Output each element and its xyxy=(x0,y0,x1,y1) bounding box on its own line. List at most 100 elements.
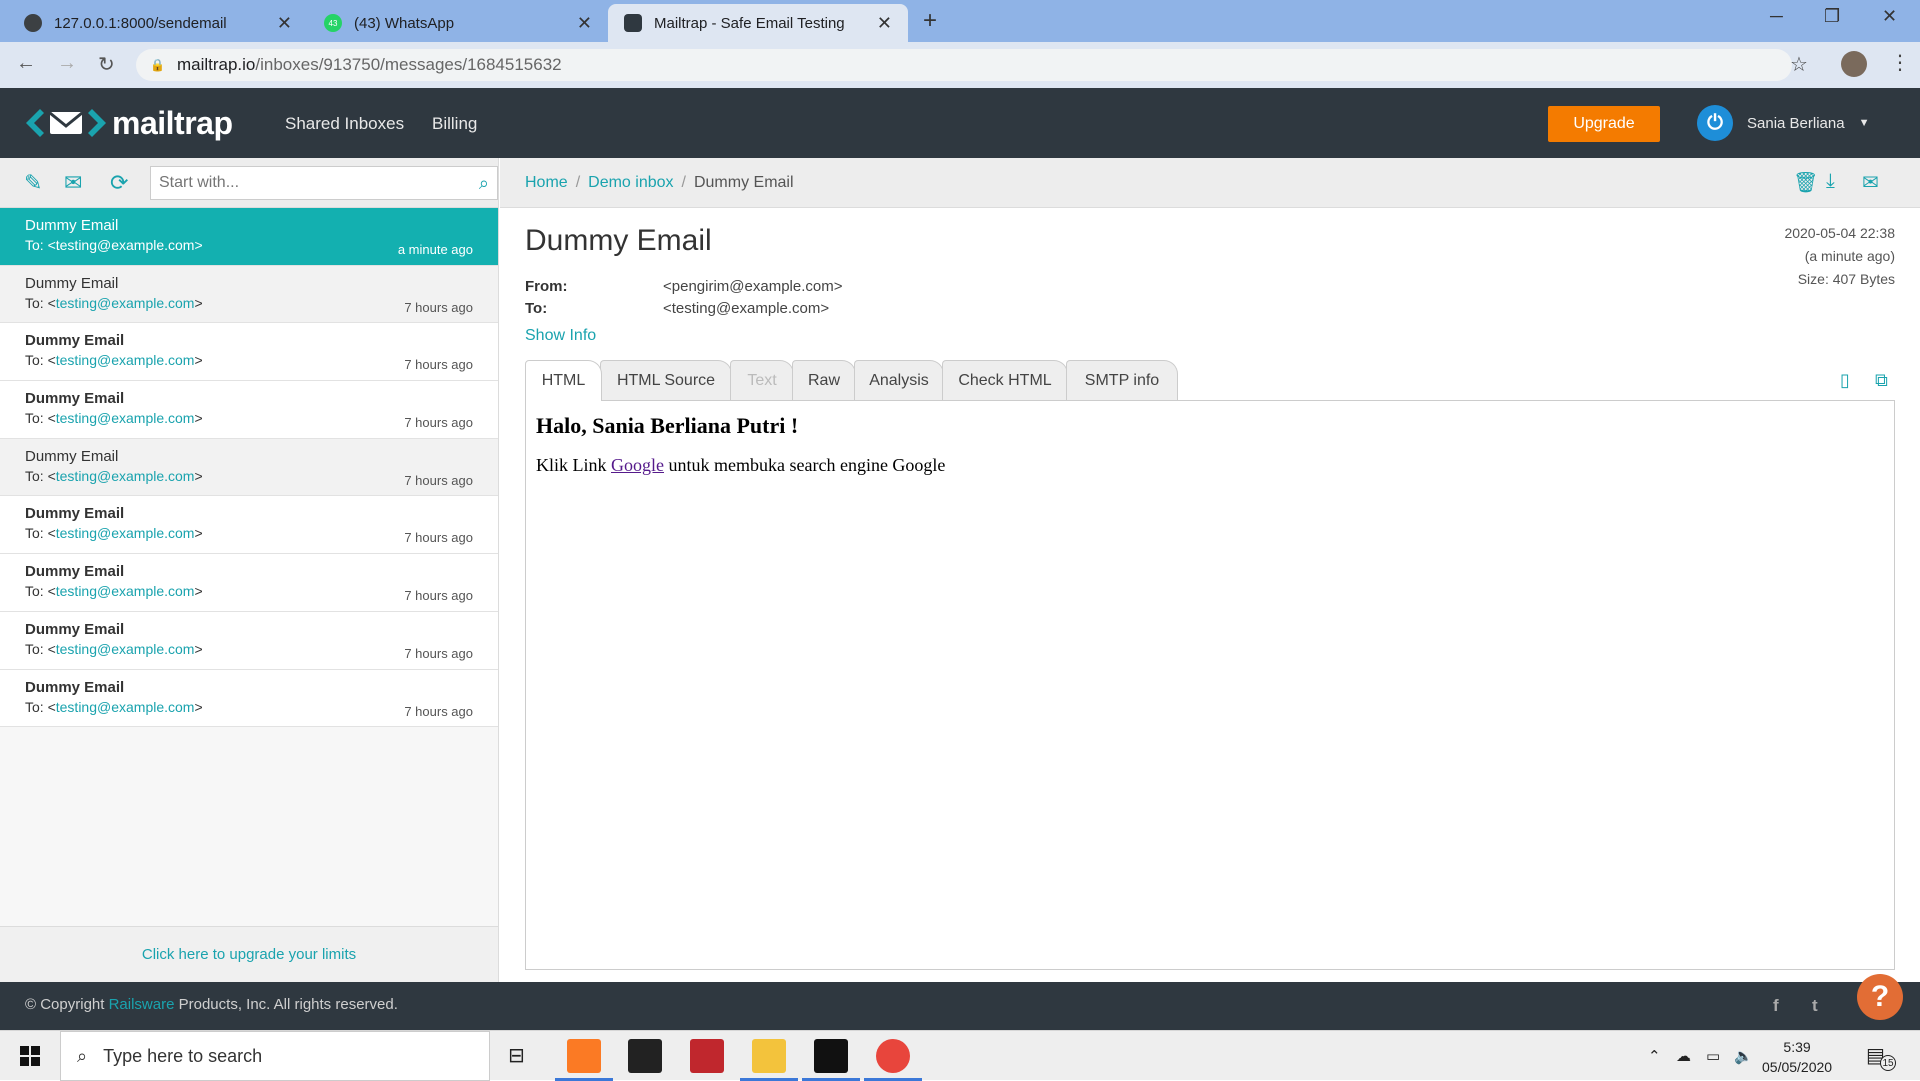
message-datetime: 2020-05-04 22:38 xyxy=(1784,225,1895,241)
help-button[interactable]: ? xyxy=(1857,974,1903,1020)
new-tab-button[interactable]: + xyxy=(923,7,937,35)
back-icon[interactable]: ← xyxy=(16,52,36,75)
close-tab-icon[interactable]: ✕ xyxy=(577,13,592,34)
message-item[interactable]: Dummy Email To: <testing@example.com> 7 … xyxy=(0,381,498,439)
logo-text: mailtrap xyxy=(112,104,233,141)
email-heading: Halo, Sania Berliana Putri ! xyxy=(536,413,799,438)
show-info-link[interactable]: Show Info xyxy=(525,327,596,345)
browser-tab-whatsapp[interactable]: 43 (43) WhatsApp ✕ xyxy=(308,4,608,42)
forward-email-icon[interactable]: ✉ xyxy=(1862,170,1879,195)
volume-icon[interactable]: 🔈 xyxy=(1734,1047,1753,1065)
app-icon[interactable] xyxy=(690,1039,724,1073)
file-explorer-icon[interactable] xyxy=(740,1039,798,1081)
refresh-icon[interactable]: ⟳ xyxy=(110,170,128,196)
nav-billing[interactable]: Billing xyxy=(432,114,477,134)
mailtrap-logo-icon xyxy=(26,109,106,137)
battery-icon[interactable]: ▭ xyxy=(1706,1047,1720,1065)
network-icon[interactable]: ☁ xyxy=(1676,1047,1691,1065)
tab-text: Text xyxy=(730,360,794,400)
message-item[interactable]: Dummy Email To: <testing@example.com> 7 … xyxy=(0,611,498,670)
message-time: 7 hours ago xyxy=(404,645,473,661)
message-item[interactable]: Dummy Email To: <testing@example.com> 7 … xyxy=(0,554,498,612)
search-icon[interactable]: ⌕ xyxy=(479,173,489,194)
minimize-icon[interactable]: ─ xyxy=(1770,6,1783,27)
upgrade-limits-link[interactable]: Click here to upgrade your limits xyxy=(0,926,498,982)
tab-raw[interactable]: Raw xyxy=(792,360,856,400)
twitter-icon[interactable]: t xyxy=(1812,996,1818,1016)
device-preview-icon[interactable]: ▯ xyxy=(1840,370,1850,391)
message-subject: Dummy Email xyxy=(25,332,125,350)
message-time: 7 hours ago xyxy=(404,357,473,373)
breadcrumb-home[interactable]: Home xyxy=(525,174,568,191)
browser-tab-sendemail[interactable]: 127.0.0.1:8000/sendemail ✕ xyxy=(8,4,308,42)
browser-tab-mailtrap[interactable]: Mailtrap - Safe Email Testing ✕ xyxy=(608,4,908,42)
facebook-icon[interactable]: f xyxy=(1773,996,1779,1016)
message-item[interactable]: Dummy Email To: <testing@example.com> 7 … xyxy=(0,323,498,382)
message-subject: Dummy Email xyxy=(25,620,125,638)
reload-icon[interactable]: ↻ xyxy=(98,52,115,77)
tab-smtp-info[interactable]: SMTP info xyxy=(1066,360,1178,400)
message-item[interactable]: Dummy Email To: <testing@example.com> 7 … xyxy=(0,438,498,497)
task-view-icon[interactable]: ⊟ xyxy=(508,1043,525,1068)
browser-menu-icon[interactable]: ⋮ xyxy=(1890,50,1910,75)
message-item[interactable]: Dummy Email To: <testing@example.com> 7 … xyxy=(0,669,498,728)
close-tab-icon[interactable]: ✕ xyxy=(277,13,292,34)
close-tab-icon[interactable]: ✕ xyxy=(877,13,892,34)
taskbar-clock[interactable]: 5:39 05/05/2020 xyxy=(1762,1037,1832,1077)
mailtrap-icon xyxy=(624,14,642,32)
clock-date: 05/05/2020 xyxy=(1762,1059,1833,1075)
from-row: From: <pengirim@example.com> xyxy=(525,278,842,295)
email-paragraph: Klik Link Google untuk membuka search en… xyxy=(536,455,946,475)
edit-inbox-icon[interactable]: ✎ xyxy=(24,170,42,196)
message-subject: Dummy Email xyxy=(25,563,125,581)
search-input[interactable] xyxy=(159,174,479,192)
upgrade-button[interactable]: Upgrade xyxy=(1548,106,1660,142)
message-time: 7 hours ago xyxy=(404,588,473,604)
restore-icon[interactable]: ❐ xyxy=(1824,6,1840,27)
whatsapp-icon: 43 xyxy=(324,14,342,32)
terminal-icon[interactable] xyxy=(802,1039,860,1081)
clear-inbox-icon[interactable]: ✉ xyxy=(64,170,82,196)
mailtrap-logo[interactable]: mailtrap xyxy=(24,102,233,144)
trash-icon[interactable]: 🗑 xyxy=(1793,170,1818,195)
notification-icon[interactable]: ▤ 15 xyxy=(1866,1043,1896,1071)
message-subject: Dummy Email xyxy=(25,447,119,465)
tab-check-html[interactable]: Check HTML xyxy=(942,360,1068,400)
browser-tab-bar: 127.0.0.1:8000/sendemail ✕ 43 (43) Whats… xyxy=(0,0,1920,42)
railsware-link[interactable]: Railsware xyxy=(109,996,175,1013)
breadcrumb-current: Dummy Email xyxy=(693,174,794,191)
to-row: To: <testing@example.com> xyxy=(525,300,829,317)
window-close-icon[interactable]: ✕ xyxy=(1882,6,1897,27)
store-icon[interactable] xyxy=(628,1039,662,1073)
show-hidden-icons-icon[interactable]: ⌃ xyxy=(1648,1047,1661,1065)
message-time: 7 hours ago xyxy=(404,472,473,488)
message-size: Size: 407 Bytes xyxy=(1797,271,1895,287)
breadcrumb-inbox[interactable]: Demo inbox xyxy=(588,174,673,191)
chrome-icon[interactable] xyxy=(864,1039,922,1081)
windows-start-icon[interactable] xyxy=(20,1046,40,1066)
tab-analysis[interactable]: Analysis xyxy=(854,360,944,400)
message-item[interactable]: Dummy Email To: <testing@example.com> a … xyxy=(0,208,498,266)
tab-html[interactable]: HTML xyxy=(525,360,602,401)
download-icon[interactable]: ⤓ xyxy=(1826,170,1835,193)
from-value: <pengirim@example.com> xyxy=(663,278,843,295)
search-icon: ⌕ xyxy=(77,1045,88,1066)
google-link[interactable]: Google xyxy=(611,455,664,475)
message-meta: 2020-05-04 22:38 (a minute ago) Size: 40… xyxy=(1784,222,1895,291)
email-preview: Halo, Sania Berliana Putri ! Klik Link G… xyxy=(525,400,1895,970)
nav-shared-inboxes[interactable]: Shared Inboxes xyxy=(285,114,404,134)
message-item[interactable]: Dummy Email To: <testing@example.com> 7 … xyxy=(0,265,498,324)
message-item[interactable]: Dummy Email To: <testing@example.com> 7 … xyxy=(0,496,498,555)
user-menu[interactable]: ⏻ Sania Berliana ▼ xyxy=(1697,105,1869,141)
xampp-icon[interactable] xyxy=(555,1039,613,1081)
profile-avatar[interactable] xyxy=(1841,51,1867,77)
message-time: a minute ago xyxy=(397,242,473,257)
bookmark-star-icon[interactable]: ☆ xyxy=(1790,52,1808,77)
app-footer: © Copyright Railsware Products, Inc. All… xyxy=(0,982,1920,1030)
list-toolbar: ✎ ✉ ⟳ ⌕ xyxy=(0,158,498,208)
taskbar-search[interactable]: ⌕ Type here to search xyxy=(60,1031,490,1081)
open-new-window-icon[interactable]: ⧉ xyxy=(1875,370,1888,391)
url-field[interactable]: 🔒 mailtrap.io/inboxes/913750/messages/16… xyxy=(136,49,1792,81)
tab-html-source[interactable]: HTML Source xyxy=(600,360,732,400)
forward-icon[interactable]: → xyxy=(57,52,77,75)
